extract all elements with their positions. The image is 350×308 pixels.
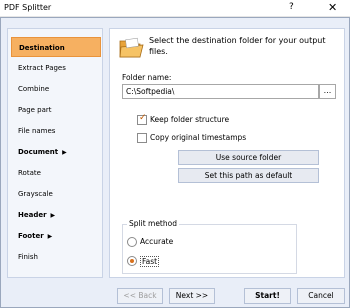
set-default-path-button[interactable]: Set this path as default	[178, 168, 319, 183]
split-method-title: Split method	[127, 219, 179, 228]
title-bar: PDF Splitter ? ✕	[0, 0, 350, 17]
sidebar-item-page-part[interactable]: Page part	[11, 100, 101, 120]
help-icon[interactable]: ?	[289, 2, 294, 12]
folder-name-input[interactable]: C:\Softpedia\	[122, 84, 319, 99]
close-icon[interactable]: ✕	[328, 1, 337, 14]
sidebar-item-combine[interactable]: Combine	[11, 79, 101, 99]
keep-structure-label: Keep folder structure	[150, 115, 230, 124]
next-button[interactable]: Next >>	[169, 288, 215, 304]
sidebar-item-file-names[interactable]: File names	[11, 121, 101, 141]
sidebar-item-extract-pages[interactable]: Extract Pages	[11, 58, 101, 78]
accurate-radio[interactable]	[127, 237, 137, 247]
sidebar-item-destination[interactable]: Destination	[11, 37, 101, 57]
expand-arrow-icon: ▶	[47, 233, 53, 240]
browse-button[interactable]: ...	[319, 84, 336, 99]
copy-timestamps-label: Copy original timestamps	[150, 133, 247, 142]
expand-arrow-icon: ▶	[62, 149, 67, 156]
sidebar-item-grayscale[interactable]: Grayscale	[11, 184, 101, 204]
start-button[interactable]: Start!	[244, 288, 291, 304]
instruction-text: Select the destination folder for your o…	[149, 36, 326, 56]
main-panel: Select the destination folder for your o…	[109, 28, 345, 278]
use-source-folder-button[interactable]: Use source folder	[178, 150, 319, 165]
back-button[interactable]: << Back	[117, 288, 163, 304]
accurate-label: Accurate	[140, 237, 174, 246]
keep-structure-checkbox[interactable]	[137, 113, 147, 125]
cancel-button[interactable]: Cancel	[297, 288, 345, 304]
window-title: PDF Splitter	[4, 3, 52, 12]
copy-timestamps-checkbox[interactable]	[137, 133, 147, 143]
sidebar-item-header[interactable]: Header ▶	[11, 205, 101, 225]
dialog-window: Destination Extract Pages Combine Page p…	[0, 17, 350, 308]
folder-icon	[119, 37, 144, 58]
expand-arrow-icon: ▶	[50, 212, 56, 219]
fast-label: Fast	[140, 256, 160, 267]
fast-radio[interactable]	[127, 256, 137, 266]
folder-name-label: Folder name:	[122, 73, 172, 82]
sidebar: Destination Extract Pages Combine Page p…	[7, 28, 103, 278]
sidebar-item-footer[interactable]: Footer ▶	[11, 226, 101, 246]
sidebar-item-document[interactable]: Document ▶	[11, 142, 101, 162]
sidebar-item-rotate[interactable]: Rotate	[11, 163, 101, 183]
sidebar-item-finish[interactable]: Finish	[11, 247, 101, 267]
